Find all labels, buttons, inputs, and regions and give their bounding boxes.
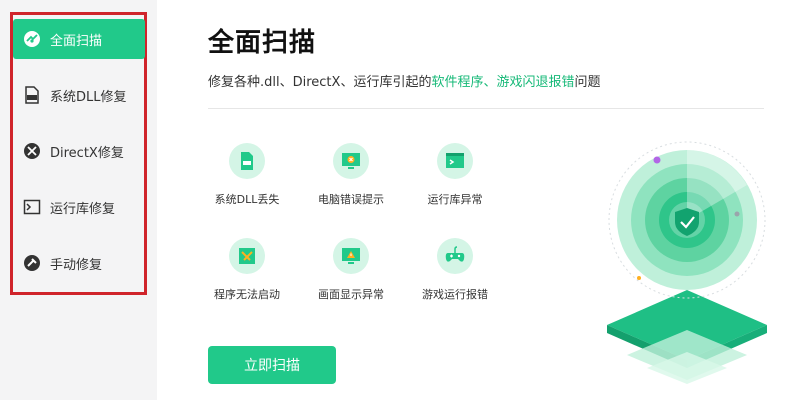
subtitle-highlight: 软件程序、游戏闪退报错 bbox=[431, 75, 575, 90]
dll-file-icon bbox=[229, 143, 265, 179]
sidebar-item-label: 手动修复 bbox=[50, 257, 103, 273]
page-subtitle: 修复各种.dll、DirectX、运行库引起的软件程序、游戏闪退报错问题 bbox=[208, 71, 600, 90]
broken-program-icon bbox=[229, 238, 265, 274]
feature-label: 系统DLL丢失 bbox=[214, 193, 280, 206]
monitor-error-icon bbox=[333, 143, 369, 179]
sidebar: 全面扫描 系统DLL修复 DirectX修复 运行库修复 手动修复 bbox=[0, 0, 157, 400]
dll-file-icon bbox=[23, 86, 41, 104]
feature-label: 画面显示异常 bbox=[318, 288, 384, 301]
scan-illustration bbox=[587, 130, 787, 390]
subtitle-suffix: 问题 bbox=[574, 75, 601, 90]
wrench-hand-icon bbox=[23, 254, 41, 272]
sidebar-item-system-dll[interactable]: 系统DLL修复 bbox=[13, 75, 145, 115]
main-panel: 全面扫描 修复各种.dll、DirectX、运行库引起的软件程序、游戏闪退报错问… bbox=[157, 0, 801, 400]
feature-label: 电脑错误提示 bbox=[318, 193, 384, 206]
feature-label: 运行库异常 bbox=[427, 193, 483, 206]
feature-pc-error: 电脑错误提示 bbox=[303, 143, 399, 207]
terminal-icon bbox=[23, 198, 41, 216]
feature-runtime-error: 运行库异常 bbox=[407, 143, 503, 207]
feature-game-error: 游戏运行报错 bbox=[407, 238, 503, 302]
radar-scan-icon bbox=[23, 30, 41, 48]
radar-shield-illustration bbox=[607, 141, 767, 384]
page-title: 全面扫描 bbox=[208, 28, 317, 58]
feature-dll-missing: 系统DLL丢失 bbox=[199, 143, 295, 207]
divider bbox=[208, 108, 764, 109]
sidebar-item-directx[interactable]: DirectX修复 bbox=[13, 131, 145, 171]
display-warning-icon bbox=[333, 238, 369, 274]
feature-label: 程序无法启动 bbox=[214, 288, 280, 301]
sidebar-item-full-scan[interactable]: 全面扫描 bbox=[13, 19, 145, 59]
subtitle-prefix: 修复各种.dll、DirectX、运行库引起的 bbox=[208, 75, 432, 90]
directx-icon bbox=[23, 142, 41, 160]
sidebar-item-runtime[interactable]: 运行库修复 bbox=[13, 187, 145, 227]
feature-display-error: 画面显示异常 bbox=[303, 238, 399, 302]
sidebar-item-label: DirectX修复 bbox=[50, 145, 124, 161]
gamepad-icon bbox=[437, 238, 473, 274]
scan-now-button[interactable]: 立即扫描 bbox=[208, 346, 336, 384]
sidebar-item-manual[interactable]: 手动修复 bbox=[13, 243, 145, 283]
runtime-window-icon bbox=[437, 143, 473, 179]
feature-program-launch: 程序无法启动 bbox=[199, 238, 295, 302]
sidebar-item-label: 全面扫描 bbox=[50, 33, 103, 49]
sidebar-item-label: 系统DLL修复 bbox=[50, 89, 127, 105]
feature-label: 游戏运行报错 bbox=[422, 288, 488, 301]
sidebar-item-label: 运行库修复 bbox=[50, 201, 116, 217]
